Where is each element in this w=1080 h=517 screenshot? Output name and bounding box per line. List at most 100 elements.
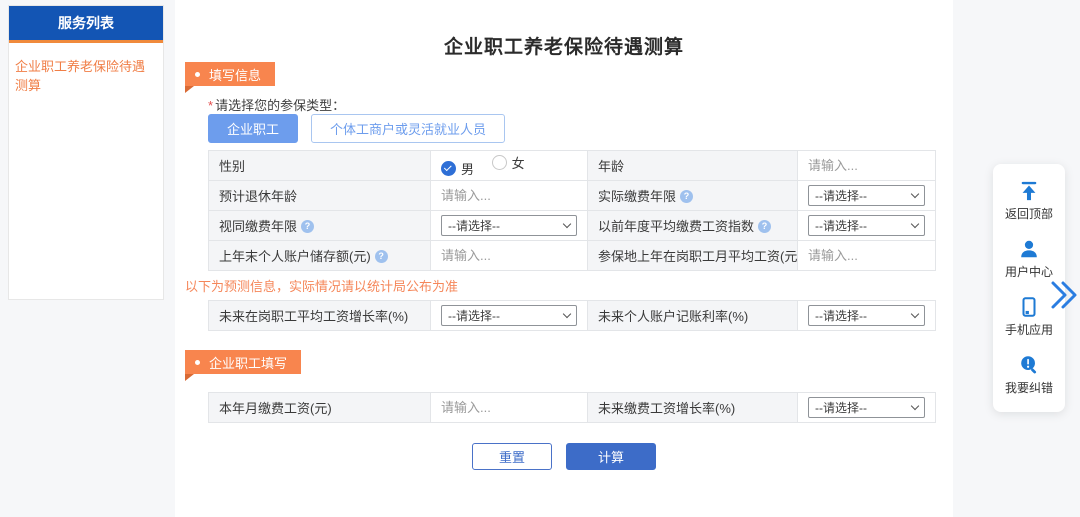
radio-female-label: 女: [512, 153, 525, 172]
current-monthly-wage-label-cell: 本年月缴费工资(元): [209, 393, 431, 423]
future-account-rate-label: 未来个人账户记账利率(%): [598, 309, 748, 324]
help-icon[interactable]: ?: [758, 220, 771, 233]
chevron-down-icon: [563, 310, 571, 318]
page-title: 企业职工养老保险待遇测算: [175, 32, 953, 59]
insured-type-question: *请选择您的参保类型：: [208, 95, 345, 114]
retire-age-label: 预计退休年龄: [219, 189, 297, 204]
local-avg-wage-input[interactable]: [808, 248, 925, 263]
current-monthly-wage-input[interactable]: [441, 400, 577, 415]
age-label-cell: 年龄: [588, 151, 798, 181]
future-avg-wage-growth-label-cell: 未来在岗职工平均工资增长率(%): [209, 301, 431, 331]
chevron-down-icon: [911, 220, 919, 228]
service-sidebar: 服务列表 企业职工养老保险待遇测算: [8, 5, 164, 300]
actual-years-select[interactable]: --请选择--: [808, 185, 925, 206]
current-monthly-wage-value-cell: [431, 393, 588, 423]
section-badge-enterprise-fill: 企业职工填写: [185, 350, 301, 374]
back-to-top-label: 返回顶部: [1005, 205, 1053, 222]
required-asterisk: *: [208, 98, 213, 113]
deemed-years-label-cell: 视同缴费年限?: [209, 211, 431, 241]
gender-label: 性别: [219, 159, 245, 174]
sidebar-item-pension-calc[interactable]: 企业职工养老保险待遇测算: [9, 43, 163, 107]
future-avg-wage-growth-value-cell: --请选择--: [431, 301, 588, 331]
local-avg-wage-label: 参保地上年在岗职工月平均工资(元): [598, 249, 798, 264]
wage-index-label-cell: 以前年度平均缴费工资指数?: [588, 211, 798, 241]
deemed-years-label: 视同缴费年限: [219, 219, 297, 234]
actual-years-label: 实际缴费年限: [598, 189, 676, 204]
radio-male-label: 男: [461, 159, 474, 178]
table-row: 未来在岗职工平均工资增长率(%) --请选择-- 未来个人账户记账利率(%) -…: [209, 301, 936, 331]
local-avg-wage-value-cell: [798, 241, 936, 271]
chevron-down-icon: [563, 220, 571, 228]
account-balance-label: 上年末个人账户储存额(元): [219, 249, 371, 264]
back-to-top-item[interactable]: 返回顶部: [1005, 180, 1053, 222]
age-value-cell: [798, 151, 936, 181]
table-row: 预计退休年龄 实际缴费年限? --请选择--: [209, 181, 936, 211]
basic-info-table: 性别 男 女 年龄 预计退休年龄 实际缴费年限? --请选择--: [208, 150, 936, 271]
retire-age-value-cell: [431, 181, 588, 211]
future-pay-wage-growth-value-cell: --请选择--: [798, 393, 936, 423]
section-badge-label: 填写信息: [209, 65, 261, 84]
radio-unchecked-icon: [492, 155, 507, 170]
age-input[interactable]: [808, 158, 925, 173]
reset-button[interactable]: 重置: [472, 443, 552, 470]
chevron-down-icon: [911, 190, 919, 198]
double-chevron-right-icon: [1046, 278, 1080, 312]
current-monthly-wage-label: 本年月缴费工资(元): [219, 401, 332, 416]
future-account-rate-select[interactable]: --请选择--: [808, 305, 925, 326]
future-pay-wage-growth-label: 未来缴费工资增长率(%): [598, 401, 735, 416]
deemed-years-value-cell: --请选择--: [431, 211, 588, 241]
gender-radio-male[interactable]: 男: [441, 159, 474, 178]
table-row: 性别 男 女 年龄: [209, 151, 936, 181]
badge-tail-icon: [185, 374, 194, 381]
mobile-app-icon: [1018, 296, 1040, 318]
user-center-item[interactable]: 用户中心: [1005, 238, 1053, 280]
back-to-top-icon: [1018, 180, 1040, 202]
badge-dot-icon: [195, 72, 200, 77]
account-balance-value-cell: [431, 241, 588, 271]
user-center-icon: [1018, 238, 1040, 260]
type-button-individual[interactable]: 个体工商户或灵活就业人员: [311, 114, 505, 143]
calculate-button[interactable]: 计算: [566, 443, 656, 470]
gender-radio-female[interactable]: 女: [492, 153, 525, 172]
insured-type-buttons: 企业职工 个体工商户或灵活就业人员: [208, 114, 505, 143]
report-error-item[interactable]: 我要纠错: [1005, 354, 1053, 396]
future-account-rate-value-cell: --请选择--: [798, 301, 936, 331]
actual-years-label-cell: 实际缴费年限?: [588, 181, 798, 211]
report-error-label: 我要纠错: [1005, 379, 1053, 396]
report-error-icon: [1018, 354, 1040, 376]
forecast-note: 以下为预测信息，实际情况请以统计局公布为准: [185, 276, 458, 295]
local-avg-wage-label-cell: 参保地上年在岗职工月平均工资(元)?: [588, 241, 798, 271]
deemed-years-select[interactable]: --请选择--: [441, 215, 577, 236]
insured-type-label: 请选择您的参保类型：: [215, 98, 345, 113]
wage-index-label: 以前年度平均缴费工资指数: [598, 219, 754, 234]
section-badge-label: 企业职工填写: [209, 353, 287, 372]
future-pay-wage-growth-label-cell: 未来缴费工资增长率(%): [588, 393, 798, 423]
help-icon[interactable]: ?: [680, 190, 693, 203]
actual-years-value-cell: --请选择--: [798, 181, 936, 211]
radio-checked-icon: [441, 161, 456, 176]
main-panel: 企业职工养老保险待遇测算 填写信息 *请选择您的参保类型： 企业职工 个体工商户…: [175, 0, 953, 517]
future-account-rate-label-cell: 未来个人账户记账利率(%): [588, 301, 798, 331]
forecast-table: 未来在岗职工平均工资增长率(%) --请选择-- 未来个人账户记账利率(%) -…: [208, 300, 936, 331]
future-avg-wage-growth-select[interactable]: --请选择--: [441, 305, 577, 326]
future-pay-wage-growth-select[interactable]: --请选择--: [808, 397, 925, 418]
help-icon[interactable]: ?: [301, 220, 314, 233]
retire-age-label-cell: 预计退休年龄: [209, 181, 431, 211]
badge-tail-icon: [185, 86, 194, 93]
gender-label-cell: 性别: [209, 151, 431, 181]
toolbar-expand-chevron[interactable]: [1046, 278, 1080, 317]
page: { "colors": { "brand_blue": "#1355b4", "…: [0, 0, 1080, 517]
help-icon[interactable]: ?: [375, 250, 388, 263]
table-row: 本年月缴费工资(元) 未来缴费工资增长率(%) --请选择--: [209, 393, 936, 423]
type-button-enterprise[interactable]: 企业职工: [208, 114, 298, 143]
enterprise-table: 本年月缴费工资(元) 未来缴费工资增长率(%) --请选择--: [208, 392, 936, 423]
chevron-down-icon: [911, 310, 919, 318]
wage-index-value-cell: --请选择--: [798, 211, 936, 241]
sidebar-title: 服务列表: [9, 6, 163, 43]
mobile-app-label: 手机应用: [1005, 321, 1053, 338]
retire-age-input[interactable]: [441, 188, 577, 203]
wage-index-select[interactable]: --请选择--: [808, 215, 925, 236]
age-label: 年龄: [598, 159, 624, 174]
account-balance-input[interactable]: [441, 248, 577, 263]
account-balance-label-cell: 上年末个人账户储存额(元)?: [209, 241, 431, 271]
